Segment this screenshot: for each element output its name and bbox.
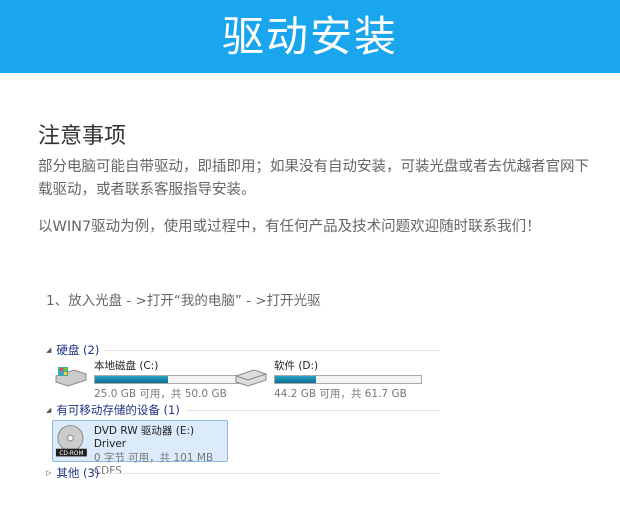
group-hard-disks[interactable]: ◢ 硬盘 (2) — [46, 342, 440, 358]
divider — [105, 472, 440, 474]
group-label: 硬盘 (2) — [56, 343, 100, 357]
group-other[interactable]: ▷ 其他 (3) — [46, 465, 440, 481]
dvd-info: 0 字节 可用，共 101 MB — [93, 452, 214, 464]
drive-info: 25.0 GB 可用，共 50.0 GB — [94, 388, 227, 400]
page-header: 驱动安装 — [0, 0, 620, 73]
usage-fill — [95, 376, 168, 383]
drive-c[interactable]: 本地磁盘 (C:) 25.0 GB 可用，共 50.0 GB — [54, 358, 242, 401]
windows-drive-icon — [55, 367, 87, 387]
group-label: 有可移动存储的设备 (1) — [56, 403, 180, 417]
usage-bar — [274, 375, 422, 384]
dvd-drive[interactable]: CD-ROM DVD RW 驱动器 (E:) Driver 0 字节 可用，共 … — [52, 420, 228, 477]
drive-d[interactable]: 软件 (D:) 44.2 GB 可用，共 61.7 GB — [234, 358, 422, 401]
dvd-name: DVD RW 驱动器 (E:) Driver — [93, 425, 195, 450]
expand-triangle-icon: ◢ — [46, 406, 52, 414]
collapsed-triangle-icon: ▷ — [46, 469, 52, 477]
step-instruction: 1、放入光盘 - >打开“我的电脑” - >打开光驱 — [46, 293, 321, 309]
drive-info: 44.2 GB 可用，共 61.7 GB — [274, 388, 407, 400]
notes-title: 注意事项 — [38, 124, 127, 149]
drive-icon — [235, 369, 267, 387]
notes-paragraph-1: 部分电脑可能自带驱动，即插即用；如果没有自动安装，可装光盘或者去优越者官网下载驱… — [38, 159, 589, 198]
drive-name: 软件 (D:) — [274, 360, 319, 372]
usage-bar — [94, 375, 242, 384]
cd-rom-icon: CD-ROM — [55, 425, 87, 457]
expand-triangle-icon: ◢ — [46, 346, 52, 354]
group-label: 其他 (3) — [56, 466, 100, 480]
drive-name: 本地磁盘 (C:) — [94, 360, 159, 372]
notes-paragraph-2: 以WIN7驱动为例，使用或过程中，有任何产品及技术问题欢迎随时联系我们！ — [38, 219, 541, 235]
divider — [185, 409, 440, 411]
usage-fill — [275, 376, 316, 383]
group-removable[interactable]: ◢ 有可移动存储的设备 (1) — [46, 402, 440, 418]
cd-rom-badge: CD-ROM — [59, 451, 83, 457]
divider — [105, 349, 440, 351]
explorer-screenshot: ◢ 硬盘 (2) 本地磁盘 (C:) 25.0 GB 可用，共 50.0 GB 软… — [46, 338, 446, 483]
